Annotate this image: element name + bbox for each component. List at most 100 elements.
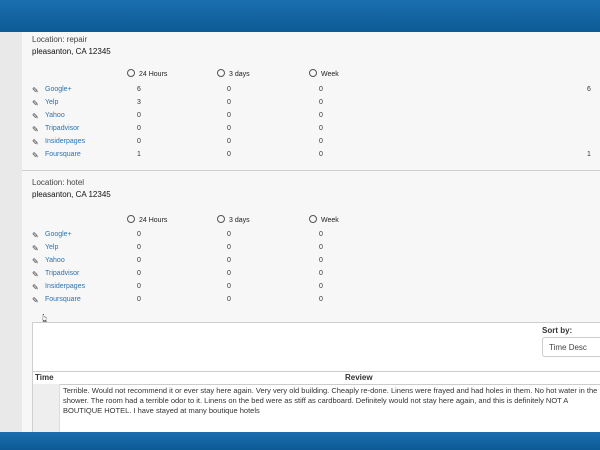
count-week: 0 <box>319 99 323 106</box>
count-week: 0 <box>319 283 323 290</box>
site-row: ✎ Yelp 0 0 0 <box>32 243 592 255</box>
site-row: ✎ Tripadvisor 0 0 0 <box>32 124 592 136</box>
clock-icon <box>217 69 225 77</box>
site-link[interactable]: Foursquare <box>45 151 81 158</box>
main-content: Location: repair pleasanton, CA 12345 24… <box>22 32 600 432</box>
site-link[interactable]: Insiderpages <box>45 283 85 290</box>
count-24h: 0 <box>137 257 141 264</box>
count-3d: 0 <box>227 270 231 277</box>
location-title: Location: hotel <box>32 178 85 187</box>
count-week: 0 <box>319 138 323 145</box>
count-24h: 0 <box>137 244 141 251</box>
sort-label: Sort by: <box>542 326 573 335</box>
clock-icon <box>127 69 135 77</box>
location-block-hotel: Location: hotel pleasanton, CA 12345 <box>32 178 111 199</box>
count-3d: 0 <box>227 138 231 145</box>
sort-select[interactable]: Time Desc <box>542 337 600 357</box>
count-3d: 0 <box>227 244 231 251</box>
review-text: Terrible. Would not recommend it or ever… <box>63 386 598 415</box>
count-24h: 0 <box>137 125 141 132</box>
site-row: ✎ Insiderpages 0 0 0 <box>32 137 592 149</box>
count-total: 1 <box>587 151 591 158</box>
bottom-bar <box>0 432 600 450</box>
count-3d: 0 <box>227 99 231 106</box>
count-3d: 0 <box>227 257 231 264</box>
count-24h: 0 <box>137 270 141 277</box>
site-row: ✎ Foursquare 1 0 0 1 <box>32 150 592 162</box>
count-24h: 3 <box>137 99 141 106</box>
col-header-week: Week <box>309 215 339 224</box>
reviews-panel: Sort by: Time Desc Time Review Terrible.… <box>32 322 600 432</box>
col-header-24h: 24 Hours <box>127 69 167 78</box>
site-row: ✎ Insiderpages 0 0 0 <box>32 282 592 294</box>
col-header-week: Week <box>309 69 339 78</box>
site-link[interactable]: Yelp <box>45 244 58 251</box>
site-link[interactable]: Yahoo <box>45 112 65 119</box>
col-header-24h: 24 Hours <box>127 215 167 224</box>
site-row: ✎ Yahoo 0 0 0 <box>32 256 592 268</box>
col-header-3d: 3 days <box>217 215 250 224</box>
count-3d: 0 <box>227 231 231 238</box>
count-3d: 0 <box>227 112 231 119</box>
location-address: pleasanton, CA 12345 <box>32 190 111 199</box>
site-link[interactable]: Yahoo <box>45 257 65 264</box>
location-block-repair: Location: repair pleasanton, CA 12345 <box>32 35 111 56</box>
site-row: ✎ Google+ 6 0 0 6 <box>32 85 592 97</box>
count-24h: 6 <box>137 86 141 93</box>
count-week: 0 <box>319 112 323 119</box>
site-link[interactable]: Tripadvisor <box>45 125 79 132</box>
pencil-icon[interactable]: ✎ <box>32 86 39 95</box>
pencil-icon[interactable]: ✎ <box>32 112 39 121</box>
count-week: 0 <box>319 231 323 238</box>
site-link[interactable]: Google+ <box>45 231 72 238</box>
site-link[interactable]: Insiderpages <box>45 138 85 145</box>
site-link[interactable]: Tripadvisor <box>45 270 79 277</box>
site-row: ✎ Google+ 0 0 0 <box>32 230 592 242</box>
pencil-icon[interactable]: ✎ <box>32 99 39 108</box>
pencil-icon[interactable]: ✎ <box>32 231 39 240</box>
pencil-icon[interactable]: ✎ <box>32 244 39 253</box>
site-link[interactable]: Foursquare <box>45 296 81 303</box>
count-week: 0 <box>319 151 323 158</box>
pencil-icon[interactable]: ✎ <box>32 257 39 266</box>
reviews-table-header: Time Review <box>33 371 600 385</box>
clock-icon <box>309 215 317 223</box>
divider <box>22 170 600 171</box>
pencil-icon[interactable]: ✎ <box>32 270 39 279</box>
pencil-icon[interactable]: ✎ <box>32 296 39 305</box>
top-header-bar <box>0 0 600 32</box>
location-address: pleasanton, CA 12345 <box>32 47 111 56</box>
pencil-icon[interactable]: ✎ <box>32 151 39 160</box>
pencil-icon[interactable]: ✎ <box>32 283 39 292</box>
time-cell <box>33 384 60 432</box>
count-3d: 0 <box>227 151 231 158</box>
count-24h: 0 <box>137 112 141 119</box>
pencil-icon[interactable]: ✎ <box>32 138 39 147</box>
site-row: ✎ Tripadvisor 0 0 0 <box>32 269 592 281</box>
site-link[interactable]: Yelp <box>45 99 58 106</box>
count-week: 0 <box>319 270 323 277</box>
clock-icon <box>309 69 317 77</box>
site-row: ✎ Foursquare 0 0 0 <box>32 295 592 307</box>
count-week: 0 <box>319 296 323 303</box>
pencil-icon[interactable]: ✎ <box>32 125 39 134</box>
count-week: 0 <box>319 125 323 132</box>
count-24h: 0 <box>137 231 141 238</box>
col-review-header: Review <box>345 373 373 382</box>
count-total: 6 <box>587 86 591 93</box>
count-3d: 0 <box>227 125 231 132</box>
count-week: 0 <box>319 244 323 251</box>
clock-icon <box>127 215 135 223</box>
clock-icon <box>217 215 225 223</box>
count-24h: 0 <box>137 296 141 303</box>
count-3d: 0 <box>227 86 231 93</box>
col-time-header: Time <box>35 373 54 382</box>
count-week: 0 <box>319 86 323 93</box>
site-row: ✎ Yelp 3 0 0 <box>32 98 592 110</box>
site-link[interactable]: Google+ <box>45 86 72 93</box>
count-24h: 0 <box>137 138 141 145</box>
location-title: Location: repair <box>32 35 88 44</box>
mouse-cursor-icon: 👆︎ <box>42 311 48 325</box>
count-3d: 0 <box>227 283 231 290</box>
count-24h: 1 <box>137 151 141 158</box>
